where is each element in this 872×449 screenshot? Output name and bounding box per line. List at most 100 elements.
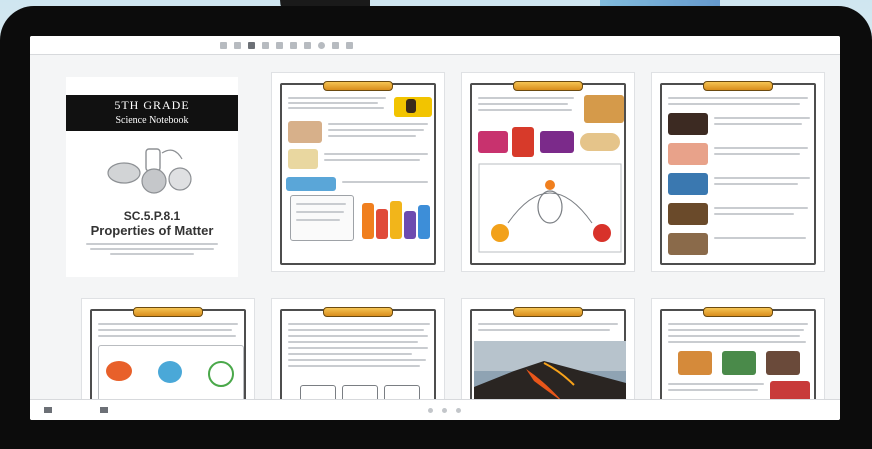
image-solid bbox=[106, 361, 132, 381]
text-line bbox=[668, 103, 800, 105]
cover-grade-label: 5TH GRADE bbox=[114, 98, 190, 112]
text-line bbox=[288, 335, 428, 337]
text-tool-icon[interactable] bbox=[304, 41, 311, 49]
cover-code: SC.5.P.8.1 bbox=[123, 209, 181, 223]
text-line bbox=[288, 323, 430, 325]
worksheet-banner bbox=[133, 307, 203, 317]
worksheet-frame bbox=[470, 81, 626, 265]
image-photo bbox=[288, 121, 322, 143]
page-thumbnail-3[interactable] bbox=[462, 73, 634, 271]
image-photo bbox=[722, 351, 756, 375]
worksheet-frame bbox=[280, 81, 436, 265]
text-line bbox=[288, 107, 384, 109]
worksheet-banner bbox=[703, 81, 773, 91]
cover-text-line bbox=[86, 243, 218, 245]
text-line bbox=[714, 183, 798, 185]
text-line bbox=[668, 323, 808, 325]
image-photo bbox=[584, 95, 624, 123]
text-line bbox=[288, 341, 418, 343]
page-nav-dot[interactable] bbox=[456, 408, 461, 413]
image-photo bbox=[668, 203, 708, 225]
cover-subject-label: Science Notebook bbox=[115, 115, 189, 126]
toolbar-tools bbox=[220, 41, 353, 49]
text-line bbox=[714, 123, 802, 125]
text-line bbox=[296, 219, 340, 221]
image-gas bbox=[208, 361, 234, 387]
info-box bbox=[290, 195, 354, 241]
laptop-bezel: 5TH GRADE Science Notebook SC.5.P.8.1 Pr… bbox=[0, 6, 872, 449]
worksheet-frame bbox=[660, 81, 816, 265]
cover-illustration bbox=[107, 148, 192, 194]
text-line bbox=[714, 237, 806, 239]
page-nav-dot[interactable] bbox=[442, 408, 447, 413]
text-line bbox=[324, 153, 428, 155]
text-line bbox=[714, 177, 810, 179]
text-line bbox=[328, 129, 424, 131]
image-bottle bbox=[376, 209, 388, 239]
image-object bbox=[512, 127, 534, 157]
text-line bbox=[288, 359, 426, 361]
text-line bbox=[98, 335, 236, 337]
text-line bbox=[478, 323, 618, 325]
text-line bbox=[478, 329, 610, 331]
text-line bbox=[668, 97, 808, 99]
image-photo bbox=[668, 173, 708, 195]
image-photo bbox=[678, 351, 712, 375]
worksheet-banner bbox=[323, 81, 393, 91]
image-photo bbox=[288, 149, 318, 169]
image-bottle bbox=[390, 201, 402, 239]
text-line bbox=[296, 211, 344, 213]
text-line bbox=[668, 335, 800, 337]
page-thumbnail-2[interactable] bbox=[272, 73, 444, 271]
text-line bbox=[668, 389, 758, 391]
thumbnail-view-icon[interactable] bbox=[100, 407, 108, 413]
image-object bbox=[478, 131, 508, 153]
text-line bbox=[288, 329, 424, 331]
comment-icon[interactable] bbox=[332, 41, 339, 49]
text-line bbox=[288, 365, 420, 367]
image-object bbox=[540, 131, 574, 153]
image-object bbox=[580, 133, 620, 151]
text-line bbox=[668, 329, 804, 331]
text-line bbox=[478, 97, 574, 99]
text-line bbox=[328, 123, 428, 125]
worksheet-banner bbox=[323, 307, 393, 317]
text-line bbox=[714, 117, 810, 119]
page-thumbnail-1[interactable]: 5TH GRADE Science Notebook SC.5.P.8.1 Pr… bbox=[66, 77, 238, 277]
image-bottle bbox=[404, 211, 416, 239]
page-thumbnail-4[interactable] bbox=[652, 73, 824, 271]
text-line bbox=[668, 341, 806, 343]
laptop-screen: 5TH GRADE Science Notebook SC.5.P.8.1 Pr… bbox=[30, 36, 840, 420]
worksheet-banner bbox=[703, 307, 773, 317]
share-icon[interactable] bbox=[346, 41, 353, 49]
text-line bbox=[288, 97, 386, 99]
text-line bbox=[296, 203, 346, 205]
image-blue-block bbox=[286, 177, 336, 191]
worksheet-banner bbox=[513, 307, 583, 317]
cover-title-bar: 5TH GRADE Science Notebook bbox=[66, 95, 238, 131]
zoom-in-icon[interactable] bbox=[234, 41, 241, 49]
text-line bbox=[288, 347, 428, 349]
zoom-out-icon[interactable] bbox=[220, 41, 227, 49]
worksheet-banner bbox=[513, 81, 583, 91]
text-line bbox=[714, 153, 800, 155]
highlight-icon[interactable] bbox=[290, 41, 297, 49]
image-photo bbox=[766, 351, 800, 375]
image-liquid bbox=[158, 361, 182, 383]
text-line bbox=[714, 213, 794, 215]
states-diagram bbox=[478, 163, 622, 253]
text-line bbox=[324, 159, 420, 161]
text-line bbox=[478, 103, 568, 105]
text-line bbox=[714, 207, 808, 209]
image-bottle bbox=[418, 205, 430, 239]
pdf-toolbar bbox=[30, 36, 840, 55]
thumbnail-grid: 5TH GRADE Science Notebook SC.5.P.8.1 Pr… bbox=[30, 55, 840, 420]
search-icon[interactable] bbox=[318, 41, 325, 49]
page-view-icon[interactable] bbox=[248, 41, 255, 49]
image-photo bbox=[668, 143, 708, 165]
text-line bbox=[288, 353, 412, 355]
rotate-icon[interactable] bbox=[276, 41, 283, 49]
sidebar-toggle-icon[interactable] bbox=[44, 407, 52, 413]
grid-view-icon[interactable] bbox=[262, 41, 269, 49]
page-nav-dot[interactable] bbox=[428, 408, 433, 413]
